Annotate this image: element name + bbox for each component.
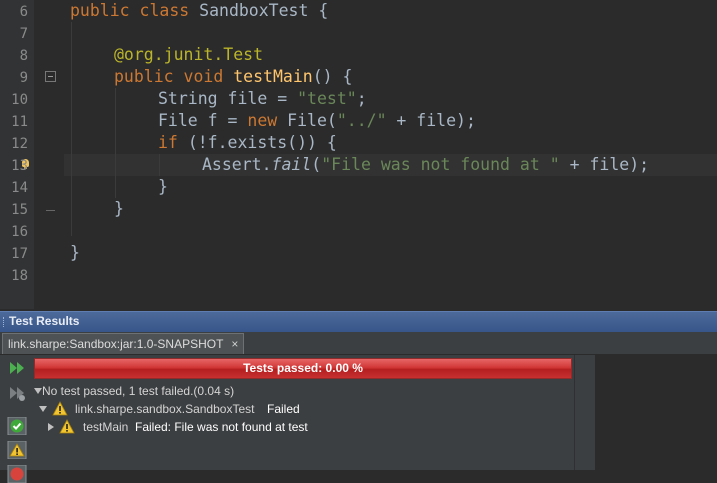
expand-down-icon[interactable] <box>34 388 42 394</box>
fold-gutter <box>34 0 64 309</box>
expand-right-icon[interactable] <box>48 423 54 431</box>
fold-collapse-icon[interactable] <box>45 71 56 82</box>
indent-guide <box>159 154 160 176</box>
code-line-10: String file = "test"; <box>158 89 367 108</box>
code-line-13: Assert.fail("File was not found at " + f… <box>202 155 650 174</box>
test-class-status: Failed <box>267 402 300 416</box>
code-line-11: File f = new File("../" + file); <box>158 111 476 130</box>
stop-icon[interactable] <box>7 465 27 483</box>
line-number: 10 <box>11 92 28 108</box>
code-editor[interactable]: 6 7 8 9 10 11 12 14 15 16 17 18 13 publi… <box>0 0 717 309</box>
line-number: 14 <box>11 180 28 196</box>
progress-label: Tests passed: 0.00 % <box>243 361 363 375</box>
test-progress-bar: Tests passed: 0.00 % <box>34 358 572 379</box>
show-passed-icon[interactable] <box>7 417 27 435</box>
fold-end-marker <box>46 210 55 211</box>
code-line-15: } <box>114 199 124 218</box>
tool-window-header[interactable]: Test Results <box>0 311 717 332</box>
line-number: 15 <box>11 202 28 218</box>
code-line-9: public void testMain() { <box>114 67 353 86</box>
tab-sandbox-run[interactable]: link.sharpe:Sandbox:jar:1.0-SNAPSHOT × <box>2 333 245 354</box>
code-line-14: } <box>158 177 168 196</box>
console-output[interactable] <box>595 355 717 470</box>
summary-text: No test passed, 1 test failed.(0.04 s) <box>42 384 235 398</box>
expand-down-icon[interactable] <box>39 406 47 412</box>
rerun-icon[interactable] <box>7 359 27 377</box>
warning-icon <box>52 401 68 416</box>
line-number: 18 <box>11 268 28 284</box>
line-number: 7 <box>19 26 28 42</box>
line-number: 9 <box>19 70 28 86</box>
line-number: 17 <box>11 246 28 262</box>
rerun-failed-icon[interactable] <box>7 384 27 402</box>
line-number: 12 <box>11 136 28 152</box>
code-line-12: if (!f.exists()) { <box>158 133 337 152</box>
line-number: 13 <box>11 158 28 174</box>
warning-icon <box>59 419 75 434</box>
tree-method-row[interactable]: testMain Failed: File was not found at t… <box>46 418 546 436</box>
drag-grip-icon[interactable] <box>3 317 6 327</box>
indent-guide <box>115 88 116 198</box>
line-number: 8 <box>19 48 28 64</box>
line-number: 6 <box>19 4 28 20</box>
code-line-17: } <box>70 243 80 262</box>
test-class-name: link.sharpe.sandbox.SandboxTest <box>75 402 255 416</box>
line-number: 16 <box>11 224 28 240</box>
tab-label: link.sharpe:Sandbox:jar:1.0-SNAPSHOT <box>8 337 224 351</box>
tool-window-title: Test Results <box>9 314 80 328</box>
indent-guide <box>71 22 72 236</box>
code-line-8: @org.junit.Test <box>114 45 264 64</box>
test-method-status: Failed: File was not found at test <box>135 420 308 434</box>
test-toolbar <box>0 355 34 483</box>
code-line-6: public class SandboxTest { <box>70 1 329 20</box>
line-number: 11 <box>11 114 28 130</box>
show-ignored-icon[interactable] <box>7 441 27 459</box>
close-icon[interactable]: × <box>231 334 238 354</box>
tree-class-row[interactable]: link.sharpe.sandbox.SandboxTest Failed <box>37 400 537 418</box>
splitter-handle[interactable] <box>574 355 596 470</box>
tab-bar: link.sharpe:Sandbox:jar:1.0-SNAPSHOT × <box>0 332 717 355</box>
test-method-name: testMain <box>83 420 129 434</box>
